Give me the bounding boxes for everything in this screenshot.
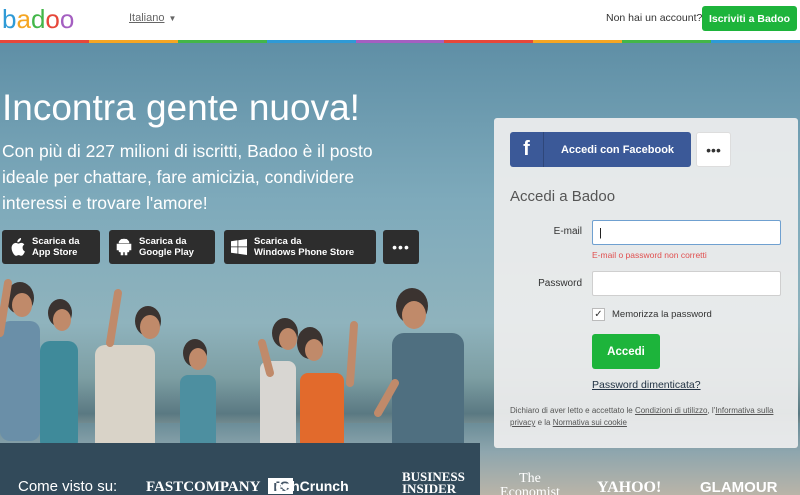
windows-icon	[224, 239, 254, 255]
android-icon	[109, 238, 139, 256]
app-store-line1: Scarica da	[32, 236, 80, 247]
chevron-down-icon: ▼	[168, 14, 177, 23]
login-button[interactable]: Accedi	[592, 334, 660, 369]
hero-headline: Incontra gente nuova!	[2, 87, 360, 128]
cookie-link[interactable]: Normativa sui cookie	[553, 418, 627, 427]
language-selector[interactable]: Italiano ▼	[129, 12, 176, 24]
facebook-icon: f	[510, 132, 544, 167]
google-play-line2: Google Play	[139, 247, 194, 258]
remember-password-label: Memorizza la password	[612, 309, 712, 320]
press-logos: Come visto su: FASTCOMPANY TC TechCrunch …	[0, 470, 800, 495]
press-logo-fastcompany: FASTCOMPANY	[146, 479, 261, 495]
press-logo-economist: The Economist	[500, 471, 560, 495]
google-play-line1: Scarica da	[139, 236, 187, 247]
more-login-options-button[interactable]: •••	[696, 132, 731, 167]
remember-password-checkbox[interactable]: ✓	[592, 308, 605, 321]
legal-prefix: Dichiaro di aver letto e accettato le	[510, 406, 635, 415]
windows-store-button[interactable]: Scarica da Windows Phone Store	[224, 230, 376, 264]
signup-button[interactable]: Iscriviti a Badoo	[702, 6, 797, 31]
legal-and: e la	[535, 418, 553, 427]
login-title: Accedi a Badoo	[510, 188, 616, 205]
svg-text:badoo: badoo	[2, 4, 74, 34]
hero-subline: Con più di 227 milioni di iscritti, Bado…	[2, 141, 373, 213]
techcrunch-text: TechCrunch	[268, 478, 349, 494]
email-field[interactable]	[592, 220, 781, 245]
app-store-button[interactable]: Scarica da App Store	[2, 230, 100, 264]
press-logo-yahoo: YAHOO!	[597, 479, 662, 495]
more-stores-button[interactable]: •••	[383, 230, 419, 264]
header: badoo Italiano ▼ Non hai un account? Iscr…	[0, 0, 800, 40]
facebook-login-label: Accedi con Facebook	[560, 143, 675, 156]
google-play-button[interactable]: Scarica da Google Play	[109, 230, 215, 264]
email-label: E-mail	[553, 226, 582, 237]
legal-text: Dichiaro di aver letto e accettato le Co…	[510, 405, 790, 429]
press-logo-business-insider: BUSINESS INSIDER	[402, 469, 465, 495]
login-panel: f Accedi con Facebook ••• Accedi a Badoo…	[494, 118, 798, 448]
no-account-text: Non hai un account?	[606, 12, 703, 24]
badoo-logo[interactable]: badoo	[2, 4, 94, 34]
password-label: Password	[538, 278, 582, 289]
press-label: Come visto su:	[18, 478, 118, 495]
app-store-line2: App Store	[32, 247, 78, 258]
forgot-password-link[interactable]: Password dimenticata?	[592, 379, 701, 391]
hero-section: Incontra gente nuova! Con più di 227 mil…	[0, 43, 800, 495]
press-logo-glamour: GLAMOUR	[700, 479, 778, 495]
dancing-people-photo	[0, 279, 480, 495]
password-field[interactable]	[592, 271, 781, 296]
terms-link[interactable]: Condizioni di utilizzo	[635, 406, 707, 415]
windows-store-line1: Scarica da	[254, 236, 302, 247]
language-label: Italiano	[129, 12, 165, 24]
windows-store-line2: Windows Phone Store	[254, 247, 355, 258]
apple-icon	[2, 238, 32, 256]
login-error-message: E-mail o password non corretti	[592, 250, 707, 260]
facebook-login-button[interactable]: f Accedi con Facebook	[510, 132, 691, 167]
